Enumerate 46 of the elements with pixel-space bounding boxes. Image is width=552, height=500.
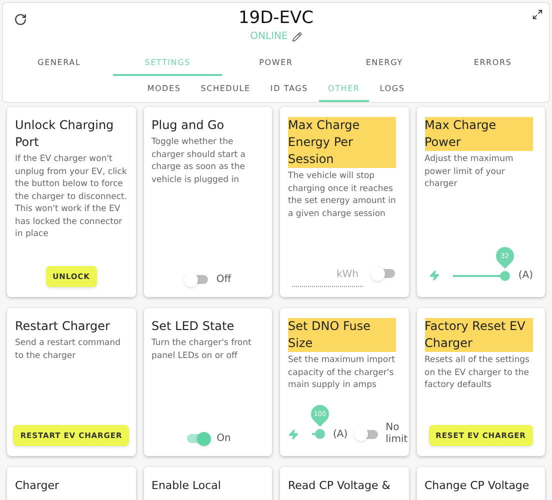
card-title: Charger: [15, 478, 59, 494]
toggle-label: No limit: [386, 422, 408, 446]
card-description: The vehicle will stop charging once it reaches the set energy amount in a given charge session: [288, 170, 397, 220]
toggle-label: Off: [216, 273, 232, 287]
toggle-switch[interactable]: [370, 266, 396, 280]
toggle-switch[interactable]: [184, 272, 210, 286]
toggle-switch[interactable]: [354, 427, 380, 441]
card-title: Set LED State: [152, 318, 234, 335]
tab[interactable]: ENERGY: [330, 52, 439, 76]
status-label: ONLINE: [250, 30, 288, 44]
sub-tab[interactable]: SCHEDULE: [192, 78, 260, 102]
toggle-label: On: [216, 432, 231, 446]
card-title: Max Charge Energy Per Session: [288, 117, 396, 168]
lightning-icon: [428, 270, 440, 281]
card-description: Turn the charger's front panel LEDs on or off: [152, 337, 252, 362]
card-title: Read CP Voltage &: [288, 478, 390, 494]
sub-tab[interactable]: ID TAGS: [261, 78, 317, 102]
card-title: Change CP Voltage: [424, 478, 530, 494]
card-description: Adjust the maximum power limit of your charger: [424, 153, 514, 190]
card-title: Plug and Go: [152, 117, 224, 134]
card-description: Resets all of the settings on the EV charger to the factory defaults: [424, 354, 530, 392]
tab[interactable]: POWER: [222, 52, 330, 76]
lightning-icon: [288, 428, 299, 440]
card-description: Send a restart command to the charger: [15, 337, 122, 362]
card-title: Set DNO Fuse Size: [288, 318, 396, 352]
tab[interactable]: GENERAL: [5, 52, 114, 76]
unit-label: (A): [333, 428, 348, 442]
toggle-switch[interactable]: [184, 432, 211, 446]
sub-tab[interactable]: LOGS: [370, 78, 414, 102]
fullscreen-icon[interactable]: [532, 9, 543, 20]
edit-icon[interactable]: [292, 32, 302, 42]
sub-tab[interactable]: MODES: [138, 78, 190, 102]
card-title: Enable Local: [152, 478, 221, 494]
card-title: Max Charge Power: [424, 117, 532, 151]
slider-thumb[interactable]: [500, 270, 510, 280]
card-description: Toggle whether the charger should start a charge as soon as the vehicle is plugged in: [152, 136, 247, 186]
card-description: Set the maximum import capacity of the charger's main supply in amps: [288, 354, 396, 392]
card-description: If the EV charger won't unplug from your EV, click the button below to force the charger to disconnect. This won't work if the EV has locked the connector in place: [15, 153, 128, 240]
slider-thumb[interactable]: [315, 429, 325, 439]
unit-label: (A): [518, 269, 533, 283]
card-title: Restart Charger: [15, 318, 110, 335]
card-title: Unlock Charging Port: [15, 117, 115, 151]
refresh-icon[interactable]: [14, 13, 27, 26]
charger-name: 19D-EVC: [238, 7, 314, 29]
tab[interactable]: ERRORS: [438, 52, 547, 76]
card-title: Factory Reset EV Charger: [424, 318, 532, 352]
